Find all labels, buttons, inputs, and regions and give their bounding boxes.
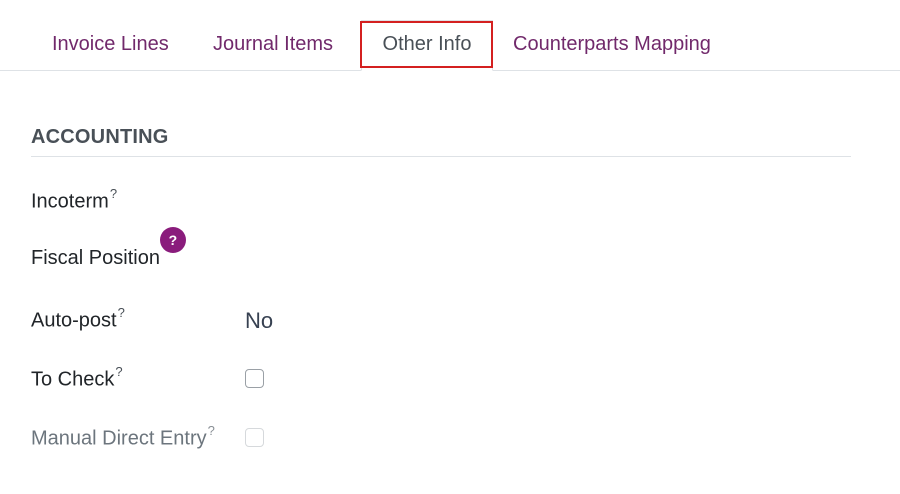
fiscal-position-label: Fiscal Position? bbox=[31, 227, 186, 273]
incoterm-tooltip-icon[interactable]: ? bbox=[110, 186, 117, 201]
auto-post-value[interactable]: No bbox=[245, 308, 273, 334]
question-mark-icon[interactable]: ? bbox=[159, 227, 186, 253]
incoterm-label-text: Incoterm bbox=[31, 190, 109, 213]
manual-direct-entry-tooltip-icon[interactable]: ? bbox=[208, 423, 215, 438]
section-divider bbox=[31, 156, 851, 157]
to-check-tooltip-icon[interactable]: ? bbox=[115, 364, 122, 379]
auto-post-tooltip-icon[interactable]: ? bbox=[118, 305, 125, 320]
notebook-tabs: Invoice Lines Journal Items Other Info C… bbox=[0, 0, 900, 71]
tab-counterparts-mapping[interactable]: Counterparts Mapping bbox=[513, 22, 711, 70]
auto-post-label-text: Auto-post bbox=[31, 309, 117, 332]
section-title: ACCOUNTING bbox=[31, 126, 169, 148]
fiscal-position-label-text: Fiscal Position bbox=[31, 247, 160, 269]
manual-direct-entry-checkbox bbox=[245, 428, 264, 447]
to-check-label-text: To Check bbox=[31, 368, 115, 391]
tab-other-info[interactable]: Other Info bbox=[361, 20, 493, 71]
auto-post-label: Auto-post? bbox=[31, 305, 125, 333]
tab-journal-items[interactable]: Journal Items bbox=[213, 22, 333, 70]
to-check-checkbox[interactable] bbox=[245, 369, 264, 388]
to-check-label: To Check? bbox=[31, 364, 123, 392]
incoterm-label: Incoterm? bbox=[31, 186, 117, 214]
tab-invoice-lines[interactable]: Invoice Lines bbox=[52, 22, 169, 70]
manual-direct-entry-label-text: Manual Direct Entry bbox=[31, 427, 207, 450]
manual-direct-entry-label: Manual Direct Entry? bbox=[31, 423, 215, 451]
